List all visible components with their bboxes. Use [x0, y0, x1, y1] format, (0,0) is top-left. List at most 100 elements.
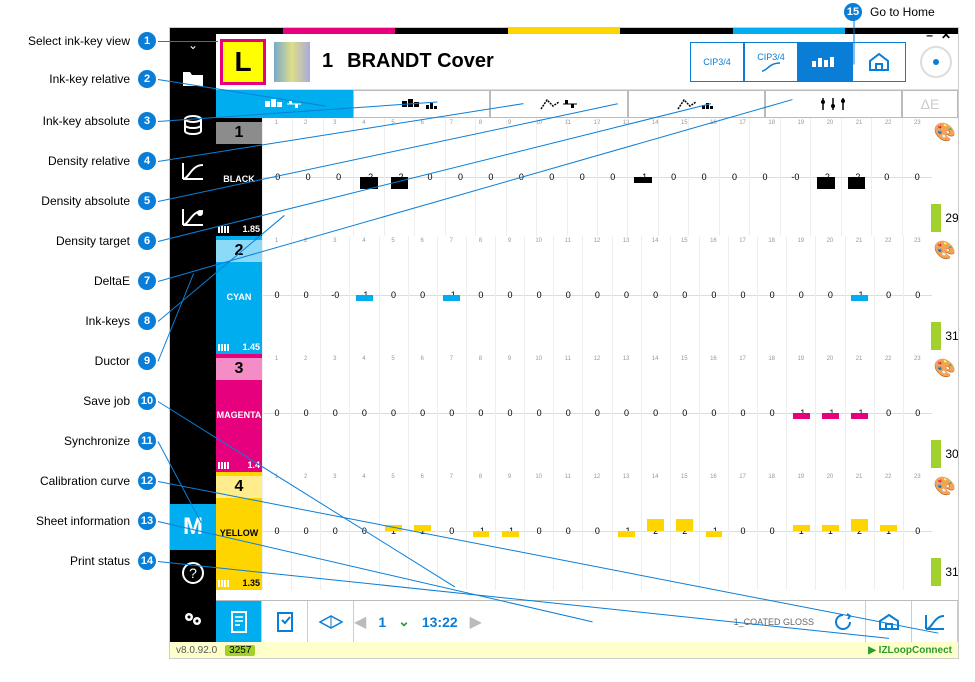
- ink-zone-cell[interactable]: 0: [871, 118, 901, 236]
- ink-zone-cell[interactable]: 0: [641, 354, 670, 472]
- ink-zone-cell[interactable]: 0: [874, 236, 903, 354]
- ink-label[interactable]: 1BLACK1.85: [216, 118, 262, 236]
- tab-density-relative[interactable]: [490, 90, 627, 118]
- ink-zone-cell[interactable]: 0: [495, 236, 524, 354]
- cip34-button[interactable]: CIP3/4: [690, 42, 744, 82]
- ink-zone-cell[interactable]: -2: [353, 118, 383, 236]
- ink-zone-cell[interactable]: 0: [414, 118, 444, 236]
- ink-zone-cell[interactable]: 0: [582, 236, 611, 354]
- ink-zone-cell[interactable]: 1: [379, 472, 408, 590]
- ink-zone-cell[interactable]: -0: [320, 236, 349, 354]
- print-status-button[interactable]: [866, 601, 912, 642]
- ink-zone-cell[interactable]: 0: [445, 118, 475, 236]
- ink-zone-cell[interactable]: 0: [670, 236, 699, 354]
- status-indicator[interactable]: [920, 46, 952, 78]
- ink-zone-cell[interactable]: 0: [719, 118, 749, 236]
- tab-inkkey-relative[interactable]: [216, 90, 353, 118]
- ink-zone-cell[interactable]: -1: [495, 472, 524, 590]
- help-button[interactable]: ?: [170, 550, 216, 596]
- ink-zone-cell[interactable]: 0: [536, 118, 566, 236]
- ink-zone-cell[interactable]: 0: [757, 354, 786, 472]
- ink-zone-cell[interactable]: -1: [466, 472, 495, 590]
- tab-inkkey-absolute[interactable]: [353, 90, 490, 118]
- ink-zone-cell[interactable]: 2: [845, 472, 874, 590]
- ink-zone-cell[interactable]: 0: [349, 472, 378, 590]
- ink-zone-cell[interactable]: 0: [320, 354, 349, 472]
- ink-zone-cell[interactable]: 0: [757, 472, 786, 590]
- ink-zone-cell[interactable]: 0: [437, 354, 466, 472]
- database-button[interactable]: [170, 102, 216, 148]
- ink-zone-cell[interactable]: 0: [612, 354, 641, 472]
- ink-zone-cell[interactable]: -1: [845, 236, 874, 354]
- ink-zone-cell[interactable]: 0: [815, 236, 844, 354]
- ink-zone-cell[interactable]: -1: [437, 236, 466, 354]
- ink-zone-cell[interactable]: 0: [786, 236, 815, 354]
- inkkey-view-badge[interactable]: L: [220, 39, 266, 85]
- ink-zone-cell[interactable]: 0: [699, 236, 728, 354]
- ink-zone-cell[interactable]: -1: [786, 354, 815, 472]
- ink-zone-cell[interactable]: 0: [641, 236, 670, 354]
- ink-zone-cell[interactable]: 0: [262, 472, 291, 590]
- ink-zone-cell[interactable]: 0: [728, 236, 757, 354]
- palette-icon[interactable]: 🎨: [934, 358, 956, 379]
- ink-zone-cell[interactable]: -1: [627, 118, 657, 236]
- ink-zone-cell[interactable]: 0: [323, 118, 353, 236]
- ink-zone-cell[interactable]: 0: [349, 354, 378, 472]
- ink-zone-cell[interactable]: -2: [841, 118, 871, 236]
- spread-button[interactable]: [308, 601, 354, 642]
- ink-zone-cell[interactable]: -1: [349, 236, 378, 354]
- ink-zone-cell[interactable]: -1: [815, 354, 844, 472]
- tab-density-absolute[interactable]: [628, 90, 765, 118]
- ink-zone-cell[interactable]: 1: [408, 472, 437, 590]
- ink-zone-cell[interactable]: -2: [810, 118, 840, 236]
- palette-icon[interactable]: 🎨: [934, 122, 956, 143]
- palette-icon[interactable]: 🎨: [934, 240, 956, 261]
- tab-density-target[interactable]: [765, 90, 902, 118]
- ink-zone-cell[interactable]: 0: [874, 354, 903, 472]
- ink-zone-cell[interactable]: 0: [903, 236, 932, 354]
- ink-zone-cell[interactable]: 0: [553, 472, 582, 590]
- ink-zone-cell[interactable]: -0: [780, 118, 810, 236]
- save-job-button[interactable]: [262, 601, 308, 642]
- ink-zone-cell[interactable]: 0: [506, 118, 536, 236]
- ink-zone-cell[interactable]: -1: [699, 472, 728, 590]
- ink-zone-cell[interactable]: 0: [524, 472, 553, 590]
- ink-zone-cell[interactable]: 0: [408, 236, 437, 354]
- ink-zone-cell[interactable]: 0: [757, 236, 786, 354]
- sheet-info-button[interactable]: [216, 601, 262, 642]
- ink-zone-cell[interactable]: 0: [262, 118, 292, 236]
- ink-zone-cell[interactable]: 1: [786, 472, 815, 590]
- ink-zone-cell[interactable]: 0: [903, 354, 932, 472]
- ink-zone-cell[interactable]: 0: [475, 118, 505, 236]
- ink-zone-cell[interactable]: 0: [291, 236, 320, 354]
- ink-zone-cell[interactable]: 0: [728, 354, 757, 472]
- ink-zone-cell[interactable]: 0: [902, 118, 932, 236]
- collapse-button[interactable]: ⌄: [170, 34, 216, 56]
- ink-zone-cell[interactable]: 0: [728, 472, 757, 590]
- ink-label[interactable]: 3MAGENTA1.4: [216, 354, 262, 472]
- ink-zone-cell[interactable]: 0: [320, 472, 349, 590]
- ink-zone-cell[interactable]: 2: [641, 472, 670, 590]
- curve-button[interactable]: [170, 148, 216, 194]
- prev-sheet-button[interactable]: ◀: [354, 612, 366, 632]
- ink-zone-cell[interactable]: 0: [612, 236, 641, 354]
- ink-zone-cell[interactable]: 0: [688, 118, 718, 236]
- ink-zone-cell[interactable]: 0: [903, 472, 932, 590]
- ink-zone-cell[interactable]: 0: [437, 472, 466, 590]
- ink-zone-cell[interactable]: 0: [524, 236, 553, 354]
- ink-zone-cell[interactable]: 0: [466, 236, 495, 354]
- ink-zone-cell[interactable]: 0: [291, 472, 320, 590]
- ink-zone-cell[interactable]: 0: [597, 118, 627, 236]
- ink-label[interactable]: 4YELLOW1.35: [216, 472, 262, 590]
- ink-zone-cell[interactable]: 0: [379, 354, 408, 472]
- close-button[interactable]: ✕: [938, 28, 954, 42]
- ink-zone-cell[interactable]: 0: [379, 236, 408, 354]
- ink-zone-cell[interactable]: 0: [553, 354, 582, 472]
- ink-zone-cell[interactable]: -1: [612, 472, 641, 590]
- job-thumbnail[interactable]: [274, 42, 310, 82]
- tab-deltae[interactable]: ΔE: [902, 90, 958, 118]
- ink-zone-cell[interactable]: 1: [874, 472, 903, 590]
- ink-zone-cell[interactable]: 0: [749, 118, 779, 236]
- refresh-button[interactable]: [820, 601, 866, 642]
- ink-zone-cell[interactable]: -2: [384, 118, 414, 236]
